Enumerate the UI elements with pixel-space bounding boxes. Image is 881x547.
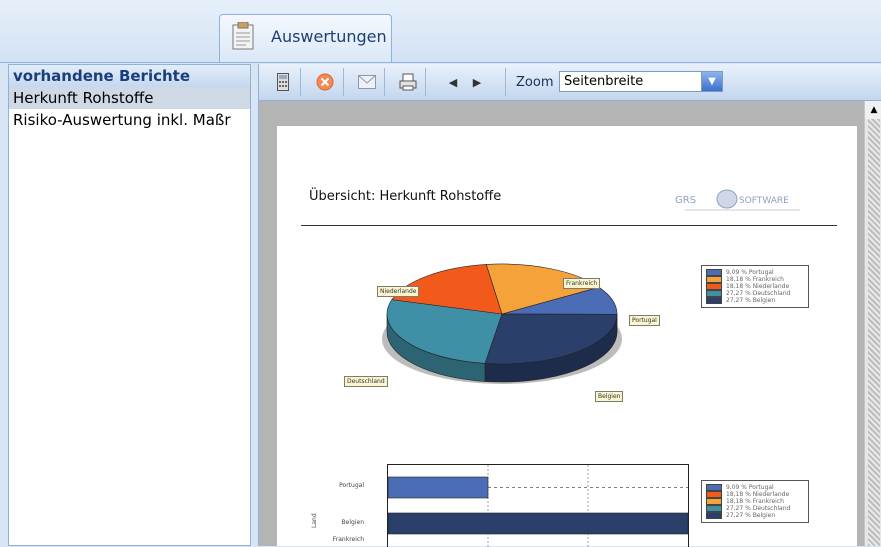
title-rule — [301, 225, 837, 226]
pie-label-portugal: Portugal — [629, 315, 660, 326]
report-item-herkunft-rohstoffe[interactable]: Herkunft Rohstoffe — [9, 87, 250, 109]
email-icon[interactable] — [357, 72, 377, 92]
company-logo: GRS SOFTWARE — [675, 189, 805, 213]
legend-item: 18,18 % Niederlande — [706, 283, 804, 290]
legend-item: 9,09 % Portugal — [706, 269, 804, 276]
tab-label: Auswertungen — [271, 27, 387, 46]
legend-item: 27,27 % Belgien — [706, 297, 804, 304]
bar-chart — [387, 464, 689, 547]
previous-page-icon[interactable]: ◀ — [443, 72, 463, 92]
pie-label-niederlande: Niederlande — [377, 286, 419, 297]
reports-panel: vorhandene Berichte Herkunft Rohstoffe R… — [8, 64, 251, 546]
legend-item: 27,27 % Belgien — [706, 512, 804, 519]
reports-panel-title: vorhandene Berichte — [9, 65, 250, 87]
legend-item: 27,27 % Deutschland — [706, 290, 804, 297]
pie-label-belgien: Belgien — [595, 391, 623, 402]
tab-strip: Auswertungen — [0, 0, 881, 63]
pie-legend: 9,09 % Portugal 18,18 % Frankreich 18,18… — [701, 265, 809, 308]
report-canvas: Übersicht: Herkunft Rohstoffe GRS SOFTWA… — [259, 101, 864, 546]
bar-portugal — [388, 477, 488, 498]
print-icon[interactable] — [398, 72, 418, 92]
bar-label-portugal: Portugal — [339, 482, 364, 489]
zoom-label: Zoom — [516, 75, 553, 90]
viewer-toolbar: ◀ ▶ Zoom Seitenbreite ▼ — [259, 64, 881, 101]
zoom-select[interactable]: Seitenbreite ▼ — [559, 71, 723, 92]
pie-chart — [367, 244, 647, 404]
clipboard-icon — [232, 22, 254, 50]
zoom-value: Seitenbreite — [564, 74, 643, 89]
legend-item: 27,27 % Deutschland — [706, 505, 804, 512]
legend-item: 18,18 % Frankreich — [706, 276, 804, 283]
vertical-scrollbar[interactable]: ▲ — [864, 101, 881, 546]
scrollbar-track[interactable] — [868, 119, 880, 546]
legend-item: 18,18 % Frankreich — [706, 498, 804, 505]
pie-label-frankreich: Frankreich — [563, 278, 600, 289]
report-title: Übersicht: Herkunft Rohstoffe — [309, 189, 501, 204]
bar-axis-label: Land — [311, 513, 318, 528]
bar-legend: 9,09 % Portugal 18,18 % Niederlande 18,1… — [701, 480, 809, 523]
svg-text:SOFTWARE: SOFTWARE — [739, 196, 789, 206]
bar-label-frankreich: Frankreich — [333, 536, 364, 543]
next-page-icon[interactable]: ▶ — [467, 72, 487, 92]
report-viewer: ◀ ▶ Zoom Seitenbreite ▼ Übersicht: Herku… — [258, 64, 881, 546]
bar-belgien — [388, 513, 688, 534]
close-report-icon[interactable] — [315, 72, 335, 92]
pie-label-deutschland: Deutschland — [344, 376, 388, 387]
scroll-up-icon[interactable]: ▲ — [865, 101, 881, 119]
chevron-down-icon[interactable]: ▼ — [701, 72, 722, 91]
svg-text:GRS: GRS — [675, 195, 696, 206]
calculator-icon[interactable] — [273, 72, 293, 92]
bar-label-belgien: Belgien — [342, 519, 364, 526]
report-item-risiko-auswertung[interactable]: Risiko-Auswertung inkl. Maßr — [9, 109, 250, 131]
legend-item: 9,09 % Portugal — [706, 484, 804, 491]
tab-auswertungen[interactable]: Auswertungen — [219, 14, 392, 62]
report-page: Übersicht: Herkunft Rohstoffe GRS SOFTWA… — [277, 126, 857, 546]
legend-item: 18,18 % Niederlande — [706, 491, 804, 498]
